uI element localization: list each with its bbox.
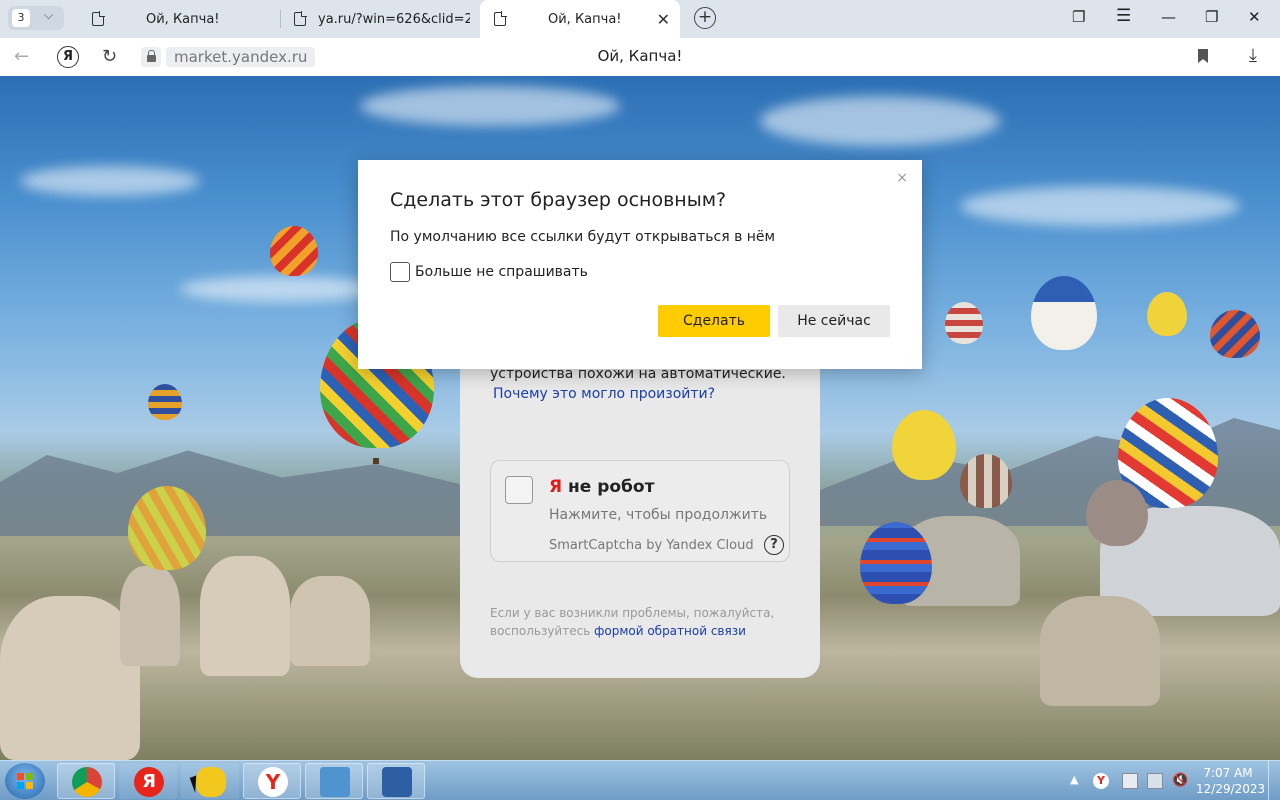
hot-air-balloon <box>1031 276 1097 350</box>
hot-air-balloon <box>128 486 206 570</box>
page-title: Ой, Капча! <box>597 47 683 65</box>
hot-air-balloon <box>945 302 983 344</box>
dialog-title: Сделать этот браузер основным? <box>390 189 727 211</box>
tabs-overview-icon[interactable]: ❐ <box>1072 8 1085 26</box>
hot-air-balloon <box>270 226 318 276</box>
tab-count-badge: 3 <box>12 9 30 27</box>
yandex-icon: Я <box>134 767 164 797</box>
help-icon[interactable]: ? <box>764 535 784 555</box>
hot-air-balloon <box>1086 480 1148 546</box>
not-now-button[interactable]: Не сейчас <box>778 305 890 337</box>
close-tab-icon[interactable]: ✕ <box>657 10 670 29</box>
hot-air-balloon <box>860 522 932 604</box>
make-default-button[interactable]: Сделать <box>658 305 770 337</box>
not-robot-text: не робот <box>562 477 655 497</box>
dont-ask-label[interactable]: Больше не спрашивать <box>415 264 588 280</box>
default-browser-dialog: × Сделать этот браузер основным? По умол… <box>358 160 922 369</box>
cloud <box>360 86 620 126</box>
hot-air-balloon <box>892 410 956 480</box>
yandex-tray-icon[interactable]: Y <box>1093 773 1109 789</box>
tab-title: Ой, Капча! <box>548 11 622 27</box>
captcha-card: устройства похожи на автоматические. Поч… <box>460 324 820 678</box>
menu-icon[interactable]: ☰ <box>1116 6 1131 26</box>
rock <box>0 596 140 760</box>
feedback-link[interactable]: формой обратной связи <box>594 624 746 638</box>
tab-title: Ой, Капча! <box>146 11 220 27</box>
cloud <box>960 186 1240 226</box>
cloud <box>180 276 380 302</box>
tab-title: ya.ru/?win=626&clid=2335 <box>318 11 470 27</box>
taskbar-app[interactable] <box>181 763 239 799</box>
page-icon <box>494 11 507 26</box>
cloud <box>20 166 200 196</box>
network-icon[interactable] <box>1147 773 1163 789</box>
restore-icon[interactable]: ❐ <box>1205 8 1218 26</box>
mountains-left <box>0 450 470 536</box>
tab-1[interactable]: Ой, Капча! <box>78 0 278 38</box>
minimize-icon[interactable]: — <box>1161 8 1176 26</box>
taskbar-chrome[interactable] <box>57 763 115 799</box>
captcha-widget[interactable]: Я не робот Нажмите, чтобы продолжить Sma… <box>490 460 790 562</box>
hot-air-balloon <box>960 454 1012 508</box>
captcha-hint: Нажмите, чтобы продолжить <box>549 507 768 523</box>
rock <box>120 566 180 666</box>
tab-group-button[interactable]: 3 ⌵ <box>8 6 64 30</box>
rock <box>1040 596 1160 706</box>
why-link[interactable]: Почему это могло произойти? <box>493 386 715 402</box>
captcha-footer: Если у вас возникли проблемы, пожалуйста… <box>490 604 790 640</box>
page-icon <box>294 11 307 26</box>
tab-3-active[interactable]: Ой, Капча! ✕ <box>480 0 680 38</box>
rock <box>200 556 290 676</box>
close-icon[interactable]: × <box>896 170 908 186</box>
virtualbox-icon <box>382 767 412 797</box>
chevron-down-icon: ⌵ <box>44 8 54 22</box>
close-window-icon[interactable]: ✕ <box>1248 8 1261 26</box>
captcha-brand: SmartCaptcha by Yandex Cloud <box>549 538 754 553</box>
taskbar-control-panel[interactable] <box>305 763 363 799</box>
system-clock[interactable]: 7:07 AM 12/29/2023 <box>1196 765 1266 797</box>
clock-time: 7:07 AM <box>1203 766 1253 780</box>
dont-ask-checkbox[interactable] <box>390 262 410 282</box>
taskbar-yandex-browser[interactable]: Y <box>243 763 301 799</box>
action-center-icon[interactable] <box>1122 773 1138 789</box>
chrome-icon <box>72 767 102 797</box>
page-icon <box>92 11 105 26</box>
start-button[interactable] <box>5 763 45 799</box>
cloud <box>760 96 1000 146</box>
new-tab-button[interactable]: + <box>694 7 716 29</box>
windows-logo-icon <box>17 773 33 789</box>
hot-air-balloon <box>148 384 182 420</box>
taskbar-yandex[interactable]: Я <box>119 763 177 799</box>
hot-air-balloon <box>1210 310 1260 358</box>
hot-air-balloon <box>1147 292 1187 336</box>
address-bar: ← Я ↻ market.yandex.ru Ой, Капча! ⤓ <box>0 38 1280 76</box>
dialog-text: По умолчанию все ссылки будут открыватьс… <box>390 229 776 245</box>
control-panel-icon <box>320 767 350 797</box>
taskbar-virtualbox[interactable] <box>367 763 425 799</box>
yandex-letter: Я <box>549 477 563 497</box>
tray-expand-icon[interactable]: ▲ <box>1070 773 1086 789</box>
show-desktop-button[interactable] <box>1268 761 1280 800</box>
clock-date: 12/29/2023 <box>1196 782 1266 796</box>
tab-2[interactable]: ya.ru/?win=626&clid=2335 <box>280 0 476 38</box>
download-icon[interactable]: ⤓ <box>1249 45 1257 66</box>
not-robot-label: Я не робот <box>549 477 654 497</box>
volume-muted-icon[interactable]: 🔇 <box>1172 773 1188 789</box>
rock <box>290 576 370 666</box>
not-robot-checkbox[interactable] <box>505 476 533 504</box>
balloon-basket <box>373 458 379 464</box>
yandex-browser-icon: Y <box>258 767 288 797</box>
tab-strip: 3 ⌵ Ой, Капча! ya.ru/?win=626&clid=2335 … <box>0 0 1280 38</box>
